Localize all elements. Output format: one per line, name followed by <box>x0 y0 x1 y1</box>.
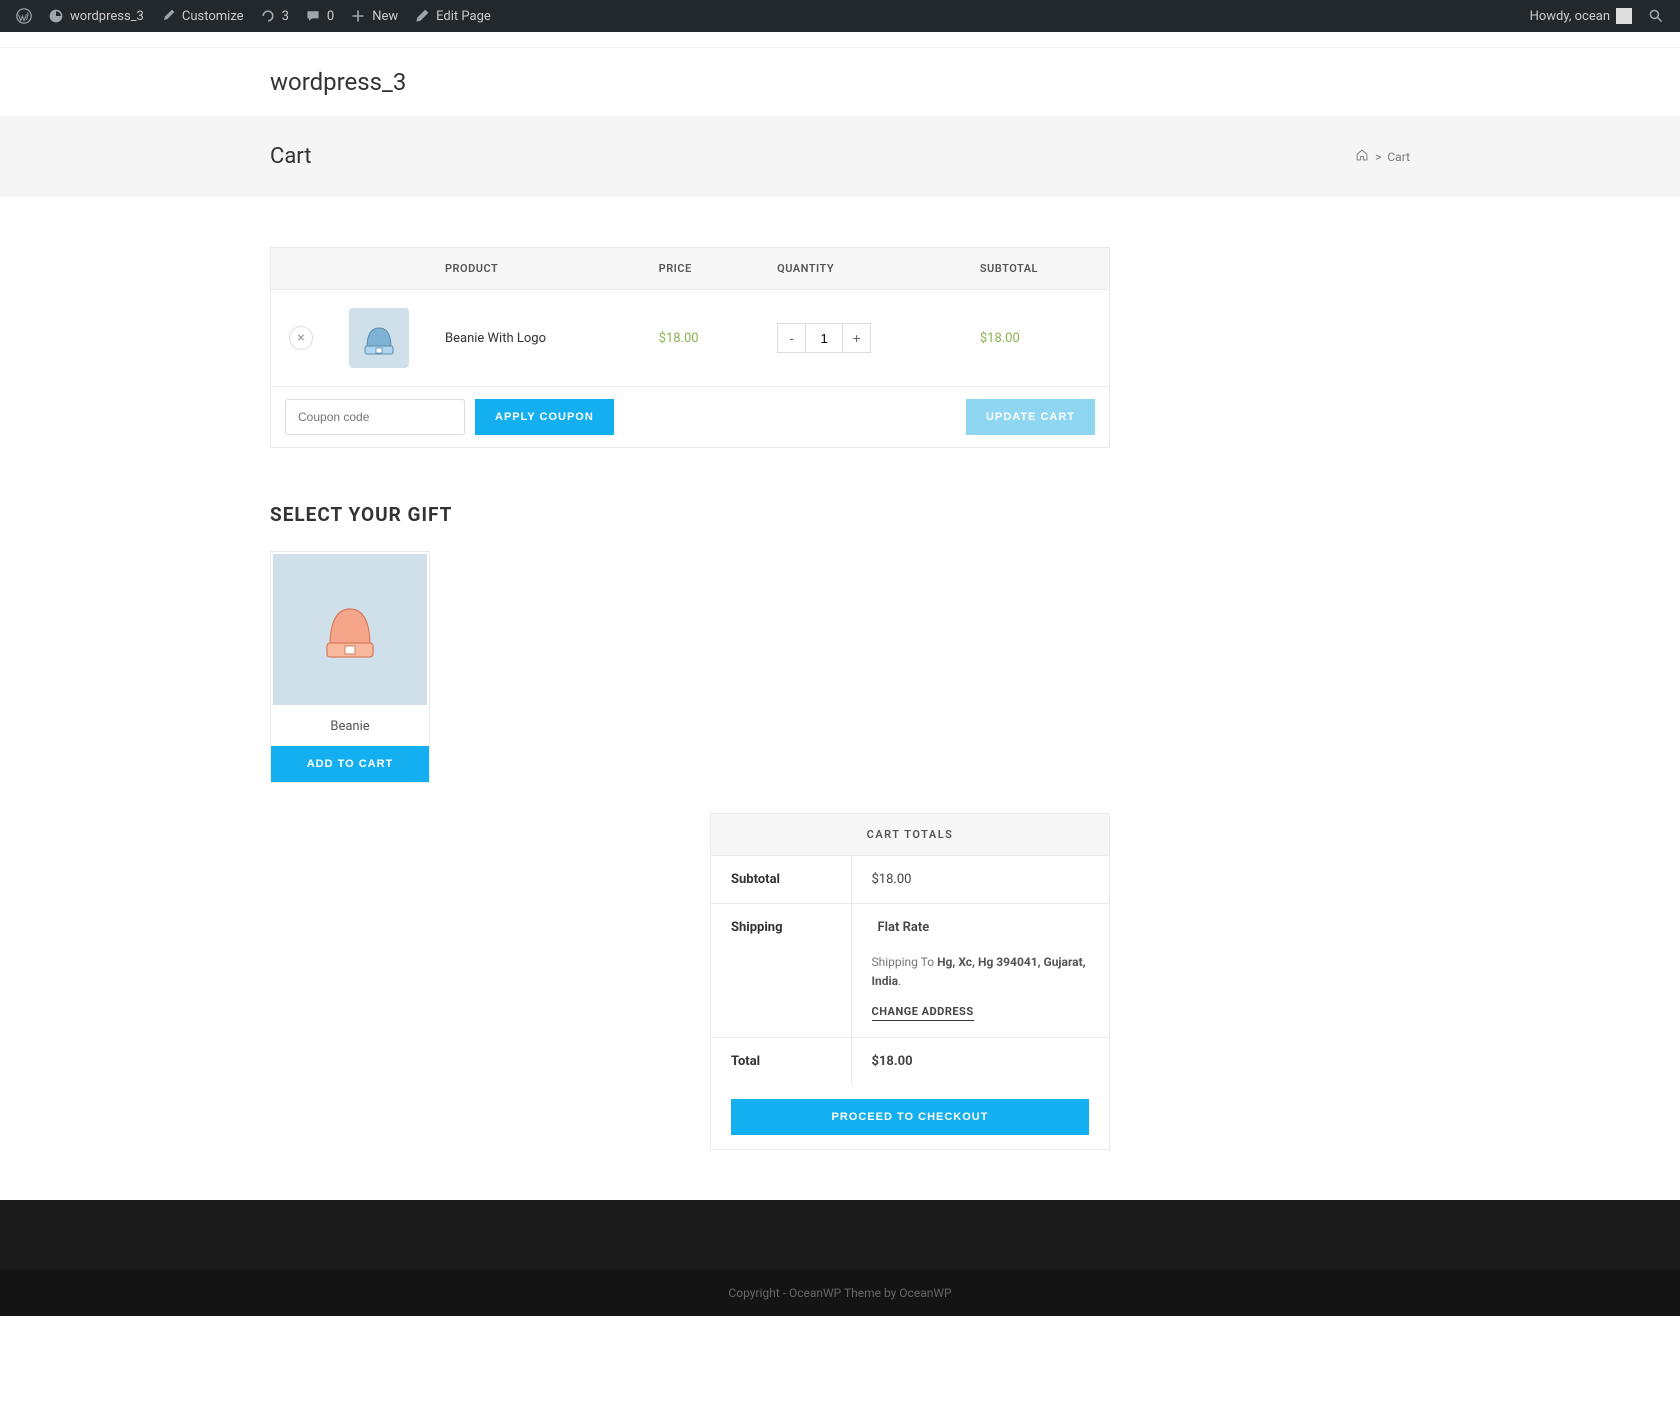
adminbar-updates-count: 3 <box>282 9 289 24</box>
breadcrumb-sep: > <box>1375 150 1381 164</box>
add-to-cart-button[interactable]: ADD TO CART <box>271 746 429 782</box>
update-icon <box>260 8 276 24</box>
product-subtotal: $18.00 <box>962 290 1110 387</box>
adminbar-updates[interactable]: 3 <box>252 0 297 32</box>
shipping-method: Flat Rate <box>872 920 1090 935</box>
adminbar-site-label: wordpress_3 <box>70 9 144 24</box>
total-label: Total <box>711 1038 851 1086</box>
qty-increase-button[interactable]: + <box>842 324 870 352</box>
plus-icon <box>350 8 366 24</box>
cart-row: × Beanie With <box>271 290 1110 387</box>
th-remove <box>271 248 332 290</box>
home-icon <box>1355 148 1369 162</box>
quantity-stepper: - + <box>777 323 871 353</box>
page-title: Cart <box>270 144 311 169</box>
change-address-link[interactable]: CHANGE ADDRESS <box>872 1005 974 1021</box>
th-quantity: QUANTITY <box>759 248 962 290</box>
close-icon: × <box>297 330 304 346</box>
update-cart-button[interactable]: UPDATE CART <box>966 399 1095 435</box>
th-subtotal: SUBTOTAL <box>962 248 1110 290</box>
adminbar-new[interactable]: New <box>342 0 406 32</box>
site-footer <box>0 1200 1680 1270</box>
adminbar-new-label: New <box>372 9 398 24</box>
gift-product-card: Beanie ADD TO CART <box>270 551 430 783</box>
adminbar-account[interactable]: Howdy, ocean <box>1522 0 1640 32</box>
coupon-input[interactable] <box>285 399 465 435</box>
subtotal-label: Subtotal <box>711 856 851 904</box>
subtotal-value: $18.00 <box>851 856 1109 904</box>
gift-product-image[interactable] <box>271 552 429 707</box>
topbar-spacer <box>0 32 1680 48</box>
cart-table: PRODUCT PRICE QUANTITY SUBTOTAL × <box>270 247 1110 448</box>
proceed-to-checkout-button[interactable]: PROCEED TO CHECKOUT <box>731 1099 1089 1135</box>
qty-decrease-button[interactable]: - <box>778 324 806 352</box>
gift-product-name[interactable]: Beanie <box>271 707 429 746</box>
cart-totals-heading: CART TOTALS <box>711 814 1109 856</box>
page-header: Cart > Cart <box>0 116 1680 197</box>
adminbar-customize[interactable]: Customize <box>152 0 252 32</box>
totals-row-total: Total $18.00 <box>711 1038 1109 1086</box>
dashboard-icon <box>48 8 64 24</box>
product-name[interactable]: Beanie With Logo <box>427 290 641 387</box>
adminbar-edit-label: Edit Page <box>436 9 491 24</box>
breadcrumb-current: Cart <box>1387 150 1410 164</box>
adminbar-edit-page[interactable]: Edit Page <box>406 0 499 32</box>
shipping-to-prefix: Shipping To <box>872 955 938 969</box>
site-title[interactable]: wordpress_3 <box>270 68 1410 96</box>
qty-input[interactable] <box>806 324 842 352</box>
avatar <box>1616 8 1632 24</box>
total-value: $18.00 <box>851 1038 1109 1086</box>
gift-heading: SELECT YOUR GIFT <box>270 503 1110 526</box>
quantity-cell: - + <box>759 290 962 387</box>
totals-row-shipping: Shipping Flat Rate Shipping To Hg, Xc, H… <box>711 904 1109 1038</box>
brush-icon <box>160 8 176 24</box>
th-price: PRICE <box>641 248 759 290</box>
adminbar-comments-count: 0 <box>327 9 334 24</box>
shipping-label: Shipping <box>711 904 851 1038</box>
comment-icon <box>305 8 321 24</box>
pencil-icon <box>414 8 430 24</box>
product-thumbnail[interactable] <box>349 308 409 368</box>
adminbar-comments[interactable]: 0 <box>297 0 342 32</box>
wp-logo-menu[interactable] <box>8 0 40 32</box>
product-price: $18.00 <box>641 290 759 387</box>
th-thumb <box>331 248 427 290</box>
adminbar-customize-label: Customize <box>182 9 244 24</box>
remove-item-button[interactable]: × <box>289 326 313 350</box>
apply-coupon-button[interactable]: APPLY COUPON <box>475 399 614 435</box>
breadcrumb-home[interactable] <box>1355 148 1369 165</box>
adminbar-greeting: Howdy, ocean <box>1530 9 1610 24</box>
footer-copyright: Copyright - OceanWP Theme by OceanWP <box>0 1270 1680 1316</box>
wordpress-icon <box>16 8 32 24</box>
site-header: wordpress_3 <box>0 48 1680 116</box>
adminbar-site-name[interactable]: wordpress_3 <box>40 0 152 32</box>
cart-totals: CART TOTALS Subtotal $18.00 Shipping Fla… <box>710 813 1110 1150</box>
search-icon <box>1648 8 1664 24</box>
th-product: PRODUCT <box>427 248 641 290</box>
content: PRODUCT PRICE QUANTITY SUBTOTAL × <box>0 197 1680 1200</box>
beanie-icon <box>357 316 401 360</box>
shipping-destination: Shipping To Hg, Xc, Hg 394041, Gujarat, … <box>872 953 1090 991</box>
totals-row-subtotal: Subtotal $18.00 <box>711 856 1109 904</box>
beanie-icon <box>318 595 382 665</box>
breadcrumb: > Cart <box>1355 148 1410 165</box>
adminbar-search[interactable] <box>1640 0 1672 32</box>
cart-actions-row: APPLY COUPON UPDATE CART <box>271 387 1110 448</box>
coupon-group: APPLY COUPON <box>285 399 614 435</box>
wp-admin-bar: wordpress_3 Customize 3 0 New Edit Page … <box>0 0 1680 32</box>
